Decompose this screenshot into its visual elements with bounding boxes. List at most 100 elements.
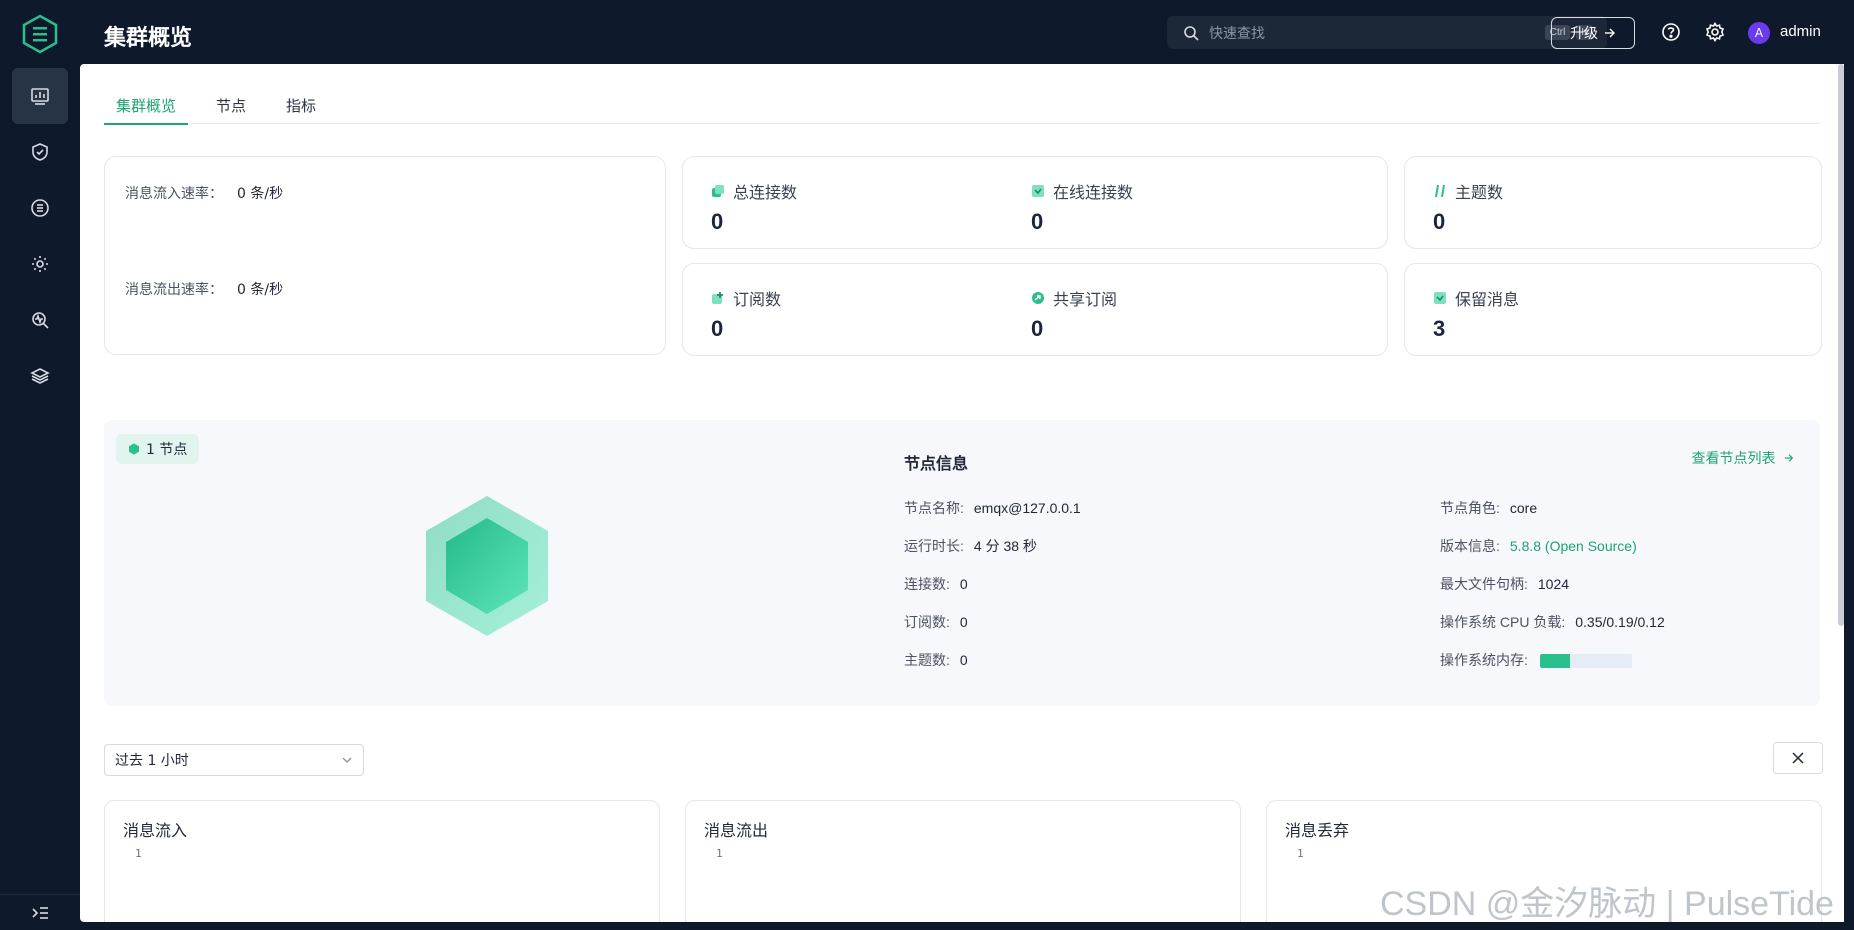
- node-role-label: 节点角色:: [1440, 500, 1500, 516]
- rate-out-label: 消息流出速率：: [125, 282, 223, 298]
- page-title: 集群概览: [104, 26, 193, 51]
- arrow-right-icon: [1784, 454, 1794, 462]
- chart-card-received: 消息流入 1: [104, 800, 660, 922]
- stat-shared-subscriptions: 共享订阅 0: [1031, 286, 1117, 342]
- node-info-section: 1 节点 节点信息 查看节点列表 节点名称: emqx@127.0.0.1 运行时…: [104, 420, 1820, 706]
- nav-management[interactable]: [12, 236, 68, 292]
- stat-subscriptions-label: 订阅数: [733, 290, 782, 309]
- chart-tick-received: 1: [135, 847, 142, 860]
- memory-progress-bar: [1539, 654, 1632, 669]
- node-role-value: core: [1509, 500, 1538, 516]
- hash-icon: [1435, 184, 1445, 198]
- node-count-label: 1 节点: [146, 442, 188, 458]
- tab-bar: 集群概览 节点 指标: [104, 86, 1820, 125]
- nav-dashboard[interactable]: [12, 68, 68, 124]
- message-rate-card: 消息流入速率： 0 条/秒 消息流出速率： 0 条/秒: [104, 156, 666, 355]
- search-input[interactable]: [1209, 24, 1545, 41]
- stat-topics-value: 0: [1433, 209, 1446, 234]
- chart-tick-sent: 1: [716, 847, 723, 860]
- nav-integration[interactable]: [12, 180, 68, 236]
- node-uptime-value: 4 分 38 秒: [973, 538, 1037, 554]
- chart-title-sent: 消息流出: [704, 821, 769, 840]
- stat-total-connections-label: 总连接数: [733, 183, 798, 202]
- stat-topics-label: 主题数: [1455, 183, 1504, 202]
- node-version-row: 版本信息: 5.8.8 (Open Source): [1440, 536, 1637, 556]
- upgrade-label: 升级: [1570, 26, 1598, 42]
- tab-nodes[interactable]: 节点: [204, 86, 258, 124]
- tab-overview[interactable]: 集群概览: [104, 86, 189, 125]
- node-hexagon-icon[interactable]: [424, 494, 550, 638]
- shield-icon: [32, 143, 48, 161]
- search-box[interactable]: Ctrl K: [1167, 16, 1607, 49]
- node-cpu-row: 操作系统 CPU 负载: 0.35/0.19/0.12: [1440, 612, 1665, 632]
- settings-icon[interactable]: [1705, 22, 1725, 42]
- stat-total-connections: 总连接数 0: [711, 179, 797, 235]
- time-range-select[interactable]: 过去 1 小时: [104, 744, 364, 776]
- connections-icon: [712, 185, 724, 197]
- node-role-row: 节点角色: core: [1440, 498, 1537, 518]
- stat-online-connections-value: 0: [1031, 209, 1044, 234]
- stat-online-connections: 在线连接数 0: [1031, 179, 1133, 235]
- search-icon: [1184, 25, 1199, 41]
- stat-topics: 主题数 0: [1433, 179, 1503, 235]
- rate-out-row: 消息流出速率： 0 条/秒: [125, 279, 283, 299]
- node-count-badge: 1 节点: [116, 434, 200, 464]
- stat-subscriptions-value: 0: [711, 316, 724, 341]
- collapse-icon: [32, 906, 48, 919]
- online-connections-icon: [1032, 185, 1044, 197]
- node-conn-row: 连接数: 0: [904, 574, 968, 594]
- stat-total-connections-value: 0: [711, 209, 724, 234]
- node-info-title: 节点信息: [904, 454, 969, 473]
- node-mem-row: 操作系统内存:: [1440, 650, 1632, 670]
- nav-extensions[interactable]: [12, 348, 68, 404]
- retained-card: 保留消息 3: [1404, 263, 1822, 356]
- node-sub-row: 订阅数: 0: [904, 612, 968, 632]
- node-topic-row: 主题数: 0: [904, 650, 968, 670]
- node-name-label: 节点名称:: [904, 500, 964, 516]
- connections-card: 总连接数 0 在线连接数 0: [682, 156, 1388, 249]
- node-sub-label: 订阅数:: [904, 614, 950, 630]
- node-topic-value: 0: [959, 652, 968, 668]
- rate-out-value: 0 条/秒: [237, 282, 284, 298]
- avatar[interactable]: A: [1748, 22, 1770, 44]
- node-fd-row: 最大文件句柄: 1024: [1440, 574, 1569, 594]
- node-sub-value: 0: [959, 614, 968, 630]
- node-name-row: 节点名称: emqx@127.0.0.1: [904, 498, 1081, 518]
- view-node-list-label: 查看节点列表: [1691, 451, 1776, 467]
- emqx-logo[interactable]: [20, 14, 60, 54]
- stat-retained-value: 3: [1433, 316, 1446, 341]
- node-fd-label: 最大文件句柄:: [1440, 576, 1528, 592]
- node-conn-value: 0: [959, 576, 968, 592]
- node-fd-value: 1024: [1537, 576, 1570, 592]
- dashboard-icon: [31, 88, 49, 105]
- watermark-text: CSDN @金汐脉动 | PulseTide: [1380, 885, 1834, 923]
- node-mem-label: 操作系统内存:: [1440, 652, 1528, 668]
- top-header: 集群概览 Ctrl K 升级 A admin: [80, 0, 1854, 64]
- view-node-list-link[interactable]: 查看节点列表: [1692, 448, 1794, 468]
- stat-subscriptions: 订阅数 0: [711, 286, 781, 342]
- sidebar-collapse-button[interactable]: [0, 894, 80, 930]
- rate-in-value: 0 条/秒: [237, 186, 284, 202]
- node-uptime-row: 运行时长: 4 分 38 秒: [904, 536, 1037, 556]
- help-icon[interactable]: [1661, 22, 1681, 42]
- page-scrollbar[interactable]: [1838, 64, 1844, 626]
- arrow-right-icon: [1605, 28, 1615, 38]
- rate-in-label: 消息流入速率：: [125, 186, 223, 202]
- topics-card: 主题数 0: [1404, 156, 1822, 249]
- nav-access-control[interactable]: [12, 124, 68, 180]
- gear-cog-icon: [32, 256, 48, 272]
- username[interactable]: admin: [1780, 23, 1821, 40]
- close-button[interactable]: [1773, 742, 1823, 774]
- node-version-value[interactable]: 5.8.8 (Open Source): [1510, 538, 1637, 554]
- stat-retained: 保留消息 3: [1433, 286, 1519, 342]
- list-icon: [31, 199, 49, 217]
- node-version-label: 版本信息:: [1440, 538, 1500, 554]
- tab-metrics[interactable]: 指标: [274, 86, 328, 124]
- stat-shared-subscriptions-label: 共享订阅: [1053, 290, 1118, 309]
- diagnose-icon: [32, 312, 49, 329]
- nav-diagnose[interactable]: [12, 292, 68, 348]
- upgrade-button[interactable]: 升级: [1551, 17, 1635, 49]
- node-name-value: emqx@127.0.0.1: [973, 500, 1081, 516]
- node-cpu-value: 0.35/0.19/0.12: [1575, 614, 1665, 630]
- stat-online-connections-label: 在线连接数: [1053, 183, 1134, 202]
